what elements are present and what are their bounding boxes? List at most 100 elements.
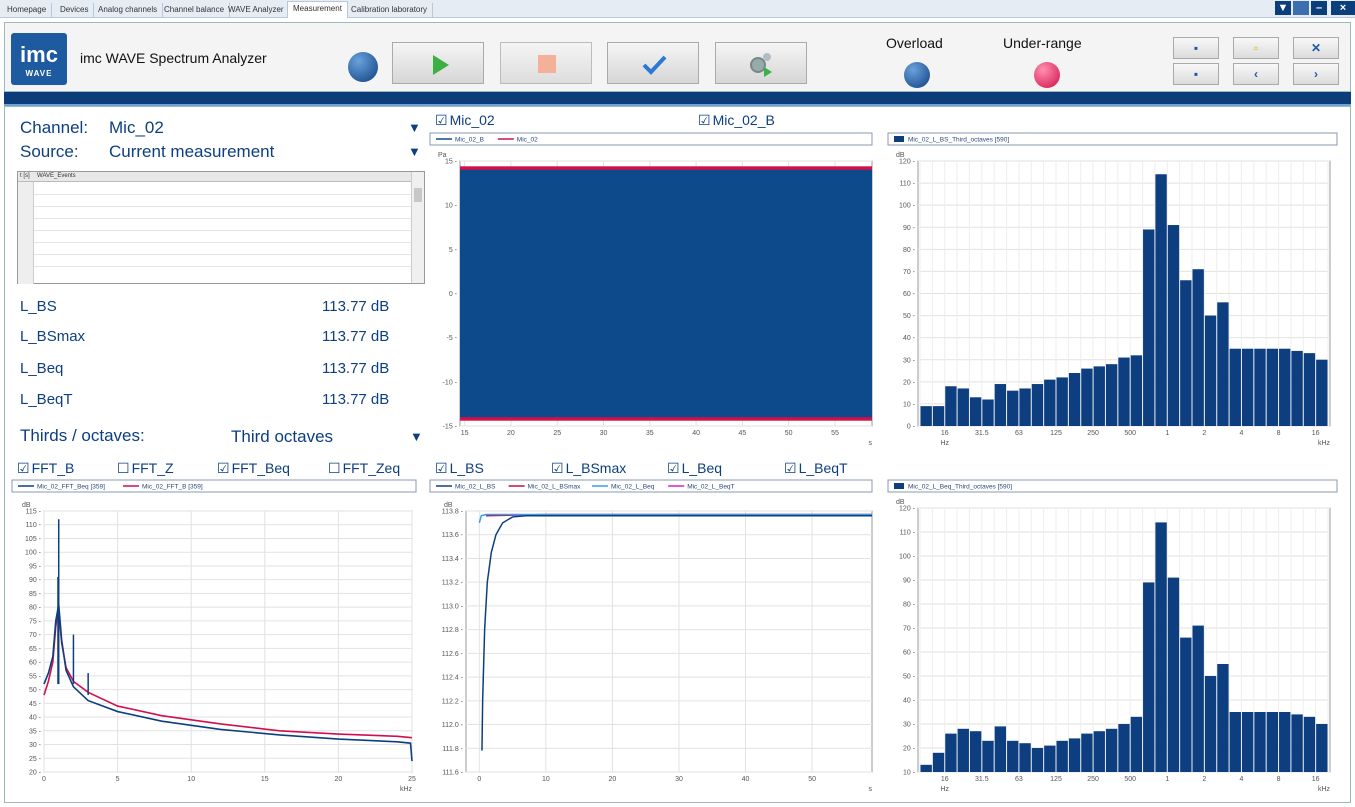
x-tick-label: 20 <box>335 776 343 783</box>
menu-dropdown-icon[interactable]: ▼ <box>1275 1 1291 15</box>
events-scrollbar[interactable] <box>411 172 424 283</box>
fft-chart[interactable]: Mic_02_FFT_Beq [359] Mic_02_FFT_B [359] 0 5… <box>10 478 420 803</box>
col-events-header: WAVE_Events <box>37 173 76 179</box>
beq-third-octaves-chart[interactable]: Mic_02_L_Beq_Third_octaves [590]120 -110… <box>886 478 1341 803</box>
tab-measurement[interactable]: Measurement <box>287 1 348 18</box>
y-tick-label: 90 - <box>903 578 916 585</box>
tab-wave-analyzer[interactable]: WAVE Analyzer <box>223 3 290 18</box>
source-dropdown-icon[interactable]: ▼ <box>408 144 421 159</box>
bar <box>1291 714 1303 772</box>
checkbox-fft-z[interactable]: ☐ FFT_Z <box>117 460 174 477</box>
save-button[interactable]: ▪ <box>1173 37 1219 59</box>
delete-button[interactable]: ✕ <box>1293 37 1339 59</box>
levels-chart[interactable]: Mic_02_L_BS Mic_02_L_BSmax Mic_02_L_Beq Mic… <box>428 478 876 803</box>
bar <box>957 728 969 772</box>
table-row <box>34 266 412 267</box>
stop-button[interactable] <box>500 42 592 84</box>
start-button[interactable] <box>392 42 484 84</box>
scrollbar-thumb[interactable] <box>414 188 422 202</box>
bs-third-octaves-chart[interactable]: Mic_02_L_BS_Third_octaves [590]120 -110 … <box>886 131 1341 457</box>
x-tick-label: 25 <box>553 430 561 437</box>
x-tick-label: 4 <box>1240 430 1244 437</box>
channel-select[interactable]: Mic_02 <box>109 118 164 138</box>
checkbox-l-bsmax[interactable]: ☑ L_BSmax <box>551 460 626 477</box>
checkbox-label: Mic_02_B <box>712 112 775 128</box>
meas-value: 113.77 dB <box>322 360 390 377</box>
underrange-label: Under-range <box>1003 35 1082 51</box>
tab-calibration-laboratory[interactable]: Calibration laboratory <box>346 3 434 18</box>
checkbox-l-beq[interactable]: ☑ L_Beq <box>667 460 722 477</box>
checkbox-fft-beq[interactable]: ☑ FFT_Beq <box>217 460 290 477</box>
checkbox-mark: ☑ <box>551 460 564 476</box>
checkbox-fft-zeq[interactable]: ☐ FFT_Zeq <box>328 460 400 477</box>
y-axis-unit: dB <box>896 152 905 159</box>
app-title: imc WAVE Spectrum Analyzer <box>80 50 267 66</box>
x-tick-label: 16 <box>941 776 949 783</box>
checkbox-mark: ☑ <box>435 112 448 128</box>
bar <box>1303 716 1316 772</box>
bar <box>1291 350 1303 426</box>
checkbox-fft-b[interactable]: ☑ FFT_B <box>17 460 74 477</box>
x-tick-label: 16 <box>1312 776 1320 783</box>
y-tick-label: 50 - <box>903 313 916 320</box>
previous-button[interactable]: ‹ <box>1233 63 1279 85</box>
confirm-button[interactable] <box>607 42 699 84</box>
meas-value: 113.77 dB <box>322 298 390 315</box>
x-tick-label: 63 <box>1015 430 1023 437</box>
y-tick-label: 70 - <box>903 626 916 633</box>
bar <box>969 731 982 772</box>
source-select[interactable]: Current measurement <box>109 142 274 162</box>
save-as-button[interactable]: ▪ <box>1173 63 1219 85</box>
checkbox-mark: ☑ <box>698 112 711 128</box>
tab-channel-balance[interactable]: Channel balance <box>159 3 231 18</box>
tab-homepage[interactable]: Homepage <box>2 3 53 18</box>
checkbox-l-bs[interactable]: ☑ L_BS <box>435 460 484 477</box>
save-as-icon: ▪ <box>1193 67 1199 81</box>
x-tick-label: 250 <box>1087 430 1099 437</box>
y-tick-label: 55 - <box>29 673 42 680</box>
bar <box>994 384 1007 426</box>
x-tick-label: 25 <box>408 776 416 783</box>
grid-icon[interactable] <box>1293 1 1309 15</box>
next-button[interactable]: › <box>1293 63 1339 85</box>
bar <box>1007 740 1019 772</box>
bar <box>1180 280 1192 426</box>
bar <box>1167 577 1180 772</box>
y-tick-label: 20 - <box>903 746 916 753</box>
thirds-dropdown-icon[interactable]: ▼ <box>410 429 423 444</box>
x-tick-label: 63 <box>1015 776 1023 783</box>
bar <box>1019 388 1031 426</box>
thirds-octaves-select[interactable]: Third octaves <box>231 427 333 447</box>
checkbox-l-beqt[interactable]: ☑ L_BeqT <box>784 460 848 477</box>
x-axis-unit-right: kHz <box>1318 786 1331 793</box>
bar <box>1155 174 1167 426</box>
x-axis-unit: kHz <box>400 786 413 793</box>
x-tick-label: 500 <box>1124 430 1136 437</box>
y-tick-label: 113.2 - <box>442 580 464 587</box>
bar <box>1316 359 1328 426</box>
table-row <box>34 194 412 195</box>
bar <box>1155 522 1167 772</box>
tab-analog-channels[interactable]: Analog channels <box>93 3 164 18</box>
y-tick-label: 70 - <box>29 632 42 639</box>
y-tick-label: 60 - <box>903 650 916 657</box>
y-tick-label: 85 - <box>29 591 42 598</box>
bar <box>1007 390 1019 426</box>
time-signal-chart[interactable]: Mic_02_B Mic_02 15 20 25 30 35 40 45 50 55 15 - 10 -… <box>428 131 876 457</box>
close-button[interactable]: × <box>1331 1 1355 15</box>
y-tick-label: 120 - <box>899 159 916 166</box>
new-file-button[interactable]: ▫ <box>1233 37 1279 59</box>
settings-button[interactable] <box>715 42 807 84</box>
events-table[interactable]: t [s] WAVE_Events <box>17 171 425 284</box>
status-indicator-icon <box>348 52 378 82</box>
minimize-button[interactable]: – <box>1311 1 1327 15</box>
channel-dropdown-icon[interactable]: ▼ <box>408 120 421 135</box>
checkbox-mic-02[interactable]: ☑ Mic_02 <box>435 112 495 129</box>
checkbox-mic-02-b[interactable]: ☑ Mic_02_B <box>698 112 775 129</box>
tab-devices[interactable]: Devices <box>55 3 95 18</box>
x-tick-label: 10 <box>187 776 195 783</box>
y-tick-label: 60 - <box>29 660 42 667</box>
y-tick-label: 5 - <box>449 247 458 254</box>
bar <box>1229 712 1241 772</box>
y-tick-label: 45 - <box>29 701 42 708</box>
